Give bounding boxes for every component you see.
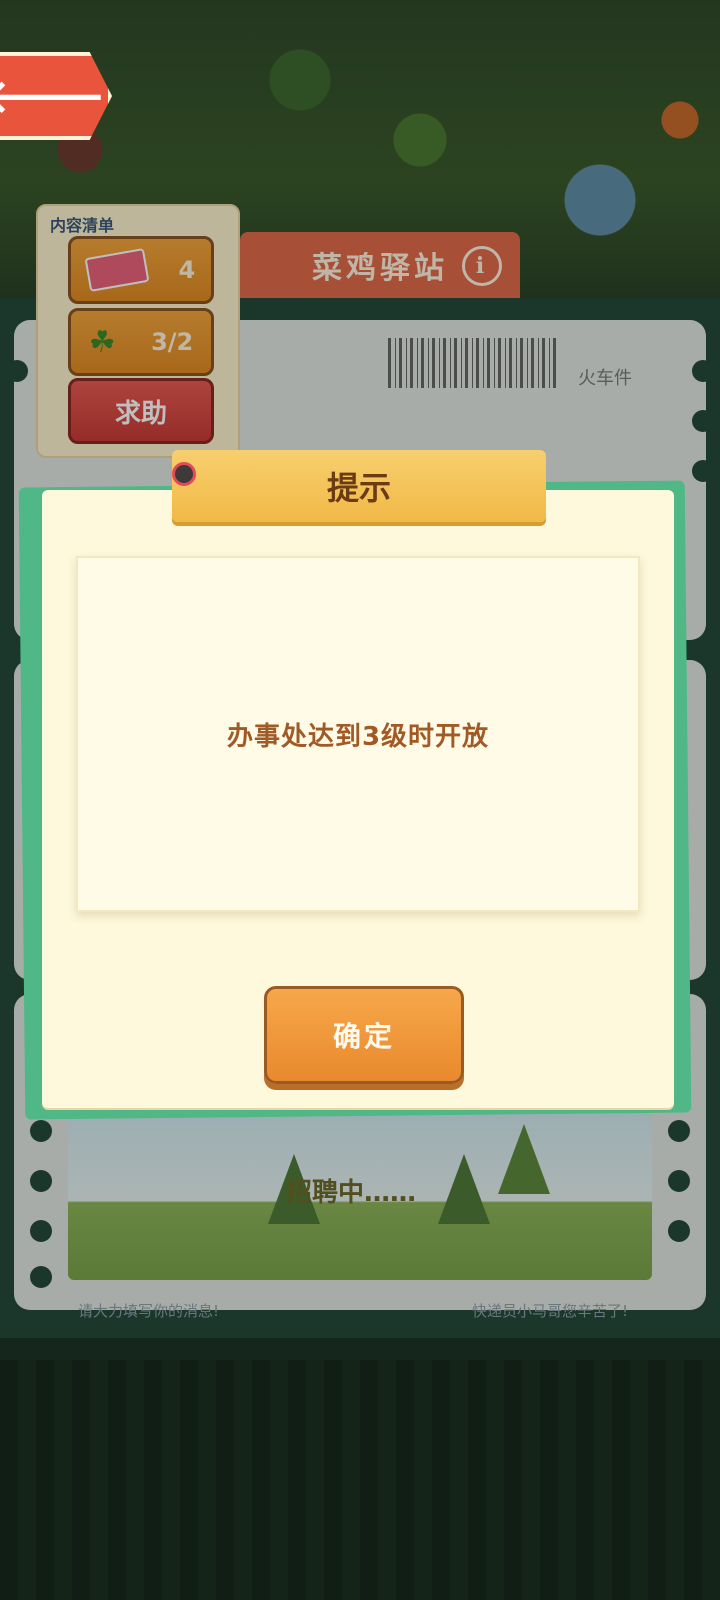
dialog-message: 办事处达到3级时开放	[226, 721, 490, 752]
confirm-button[interactable]: 确定	[264, 986, 464, 1084]
dialog-title: 提示	[172, 450, 546, 522]
back-button[interactable]: 🡐	[0, 52, 112, 140]
dialog-message-box: 办事处达到3级时开放	[76, 556, 640, 912]
back-arrow-icon: 🡐	[0, 69, 106, 123]
pin-icon	[172, 462, 196, 486]
